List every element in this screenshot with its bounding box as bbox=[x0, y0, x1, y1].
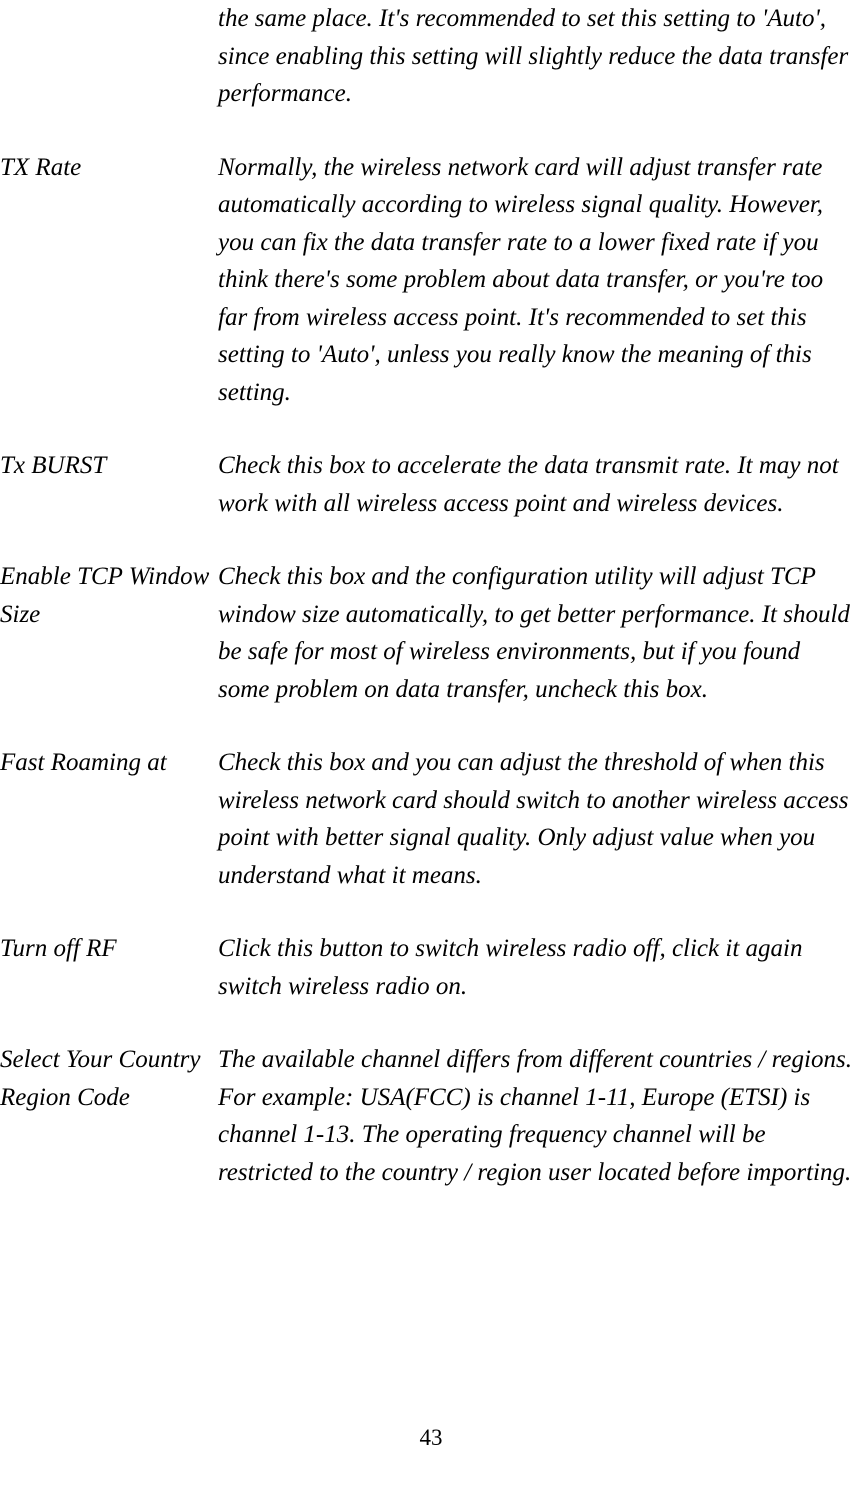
term-description: Normally, the wireless network card will… bbox=[218, 149, 856, 412]
term-description: Check this box and the configuration uti… bbox=[218, 558, 856, 708]
definition-row: Turn off RF Click this button to switch … bbox=[0, 930, 856, 1005]
definition-row: Fast Roaming at Check this box and you c… bbox=[0, 744, 856, 894]
term-label: Tx BURST bbox=[0, 447, 218, 522]
term-description: Check this box and you can adjust the th… bbox=[218, 744, 856, 894]
term-description: The available channel differs from diffe… bbox=[218, 1041, 856, 1191]
definition-row: TX Rate Normally, the wireless network c… bbox=[0, 149, 856, 412]
term-description: Click this button to switch wireless rad… bbox=[218, 930, 856, 1005]
definition-row: Tx BURST Check this box to accelerate th… bbox=[0, 447, 856, 522]
page-number: 43 bbox=[0, 1421, 862, 1456]
term-label: Fast Roaming at bbox=[0, 744, 218, 894]
definition-row: Select Your Country Region Code The avai… bbox=[0, 1041, 856, 1191]
definition-row: Enable TCP Window Size Check this box an… bbox=[0, 558, 856, 708]
term-description: Check this box to accelerate the data tr… bbox=[218, 447, 856, 522]
term-label: TX Rate bbox=[0, 149, 218, 412]
term-label: Select Your Country Region Code bbox=[0, 1041, 218, 1191]
term-label: Enable TCP Window Size bbox=[0, 558, 218, 708]
content-area: the same place. It's recommended to set … bbox=[0, 0, 862, 1191]
term-label: Turn off RF bbox=[0, 930, 218, 1005]
intro-fragment: the same place. It's recommended to set … bbox=[0, 0, 856, 113]
